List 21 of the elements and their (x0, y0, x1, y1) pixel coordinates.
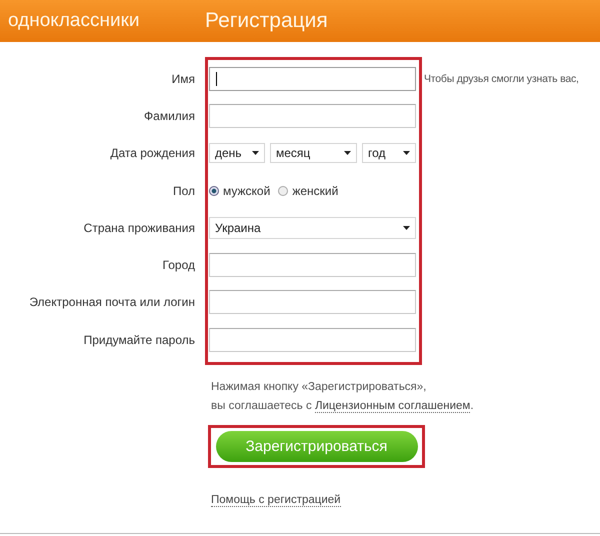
dropdown[interactable]: год (362, 143, 416, 164)
field-label: Город (162, 258, 196, 272)
help-link[interactable]: Помощь с регистрацией (211, 494, 341, 508)
field-label: Придумайте пароль (82, 332, 196, 347)
dropdown[interactable]: месяц (270, 143, 357, 164)
page-title: Регистрация (205, 9, 328, 33)
license-link[interactable]: Лицензионным соглашением (314, 400, 470, 414)
terms-notice: Нажимая кнопку «Зарегистрироваться», вы соглашаетесь с Лицензионным соглашением. (211, 380, 475, 416)
radio-option[interactable]: мужской (209, 184, 270, 198)
field-label: Электронная почта или логин (28, 295, 196, 310)
field-label: Страна проживания (82, 220, 196, 235)
field-label: Дата рождения (109, 146, 196, 160)
dropdown[interactable]: день (209, 143, 265, 164)
field-label: Фамилия (143, 108, 196, 123)
radio-option[interactable]: женский (278, 184, 338, 198)
field-label: Имя (170, 72, 196, 86)
field-hint: Чтобы друзья смогли узнать вас, (424, 72, 579, 85)
dropdown[interactable]: Украина (209, 216, 416, 239)
radio-label: мужской (223, 184, 270, 198)
field-label: Пол (172, 184, 196, 198)
radio-label: женский (292, 184, 338, 198)
